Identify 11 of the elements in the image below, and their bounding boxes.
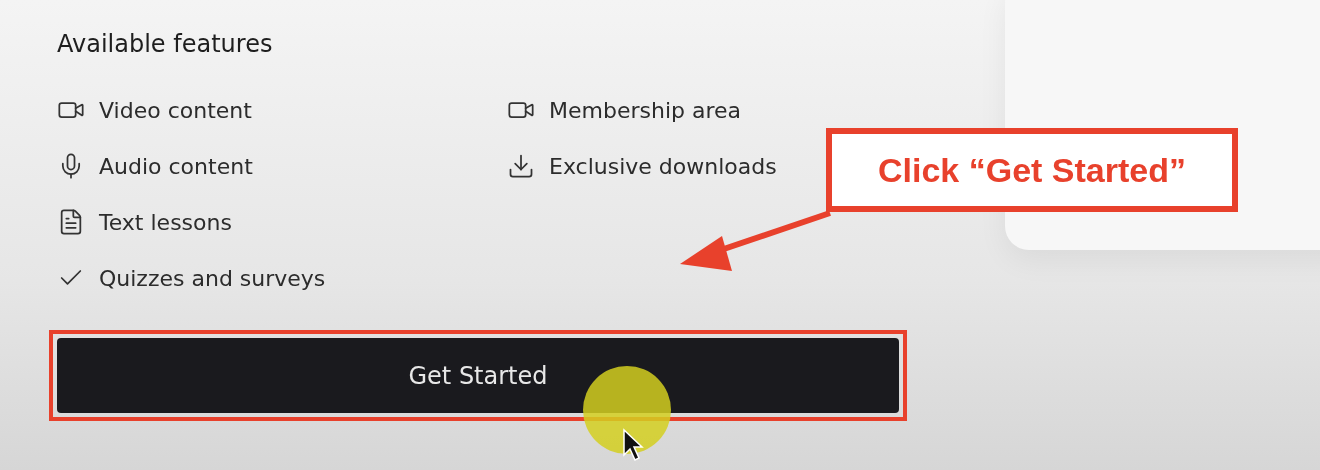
download-icon — [507, 152, 535, 180]
feature-label: Audio content — [99, 153, 253, 179]
feature-label: Exclusive downloads — [549, 153, 777, 179]
section-title: Available features — [57, 30, 274, 58]
feature-label: Quizzes and surveys — [99, 265, 326, 291]
cursor-icon — [623, 428, 644, 461]
get-started-button[interactable]: Get Started — [57, 338, 899, 413]
callout-label: Click “Get Started” — [826, 128, 1238, 212]
feature-label: Membership area — [549, 97, 742, 123]
feature-label: Video content — [99, 97, 252, 123]
feature-label: Text lessons — [99, 209, 232, 235]
